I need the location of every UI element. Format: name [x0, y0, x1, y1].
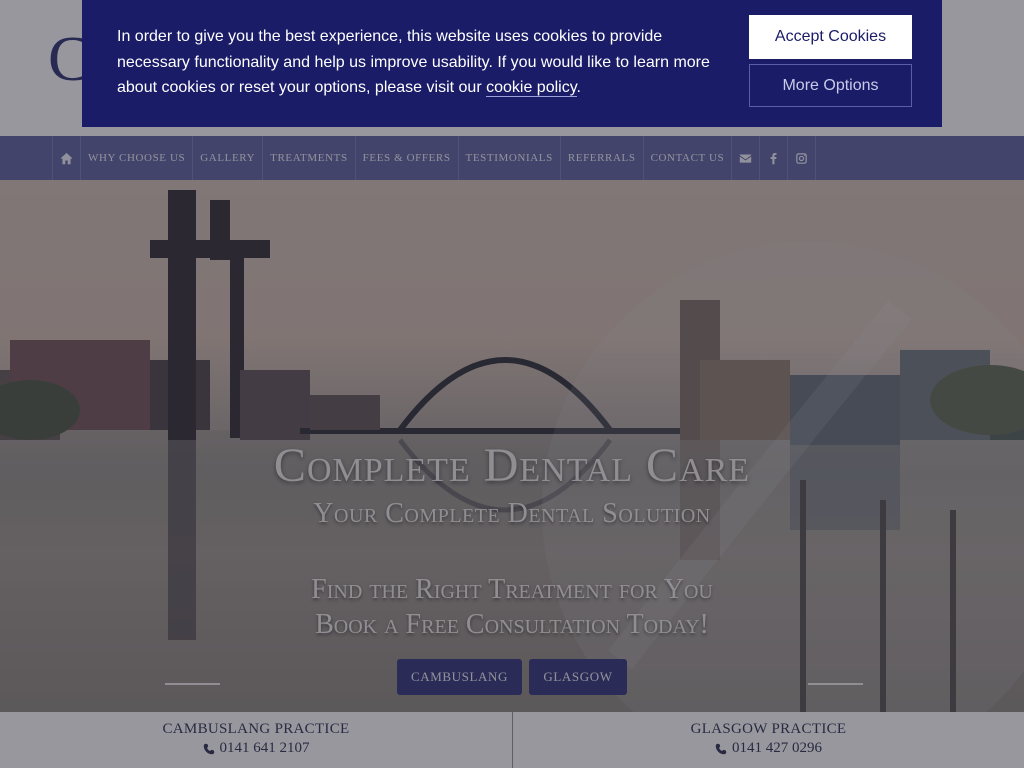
cookie-message-end: .: [576, 79, 581, 96]
cookie-message: In order to give you the best experience…: [117, 24, 717, 101]
cookie-message-text: In order to give you the best experience…: [117, 28, 710, 96]
cookie-banner: In order to give you the best experience…: [82, 0, 942, 127]
cookie-policy-link[interactable]: cookie policy: [486, 79, 577, 97]
accept-cookies-button[interactable]: Accept Cookies: [749, 15, 912, 59]
more-options-button[interactable]: More Options: [749, 64, 912, 107]
